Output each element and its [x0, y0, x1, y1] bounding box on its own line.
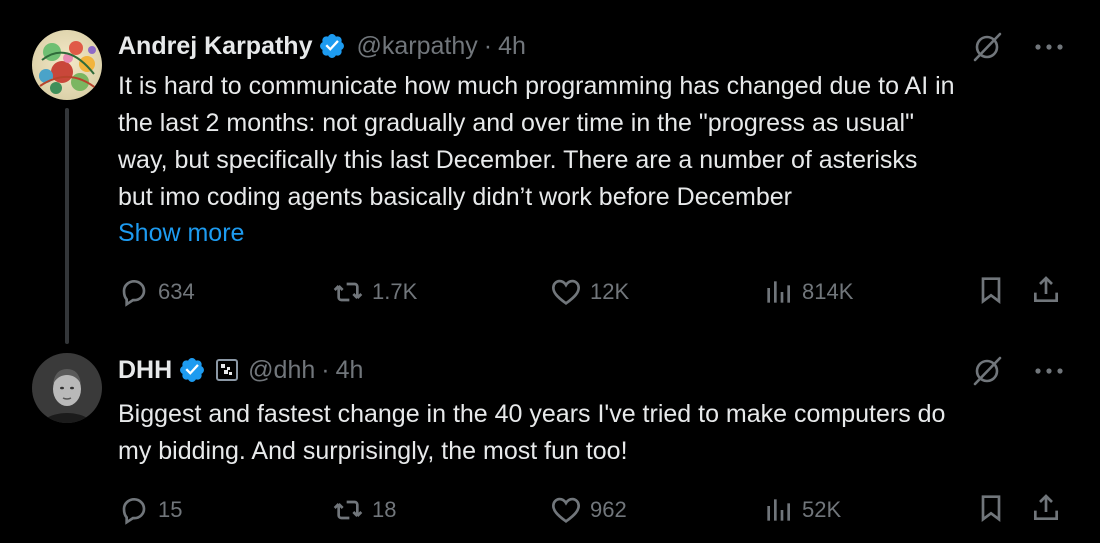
grok-icon[interactable]: [970, 354, 1004, 388]
reply-count: 634: [158, 279, 195, 304]
like-count: 962: [590, 497, 627, 522]
repost-count: 1.7K: [372, 279, 418, 304]
repost-icon: [333, 500, 363, 520]
view-count: 814K: [802, 279, 854, 304]
avatar-image: [32, 30, 102, 100]
tweet-top-actions: [970, 30, 1064, 64]
author-handle[interactable]: @dhh: [248, 355, 315, 385]
views-button[interactable]: 52K: [762, 492, 841, 528]
avatar-image: [32, 353, 102, 423]
grok-icon[interactable]: [970, 30, 1004, 64]
repost-button[interactable]: 1.7K: [332, 274, 417, 310]
verified-badge-icon[interactable]: [178, 356, 206, 384]
verified-badge-icon[interactable]: [318, 32, 346, 60]
more-options-icon[interactable]: [1034, 42, 1064, 52]
views-icon: [767, 281, 790, 303]
author-name[interactable]: Andrej Karpathy: [118, 31, 312, 61]
more-options-icon[interactable]: [1034, 366, 1064, 376]
like-button[interactable]: 12K: [550, 274, 629, 310]
bookmark-icon: [981, 495, 1001, 522]
tweet-header: DHH @dhh · 4h: [118, 355, 363, 385]
reply-count: 15: [158, 497, 183, 522]
heart-icon: [551, 279, 581, 305]
repost-button[interactable]: 18: [332, 492, 396, 528]
repost-icon: [333, 282, 363, 302]
timestamp[interactable]: 4h: [498, 31, 526, 61]
share-button[interactable]: [1030, 274, 1062, 306]
like-button[interactable]: 962: [550, 492, 627, 528]
share-icon: [1034, 276, 1058, 302]
tweet-text: It is hard to communicate how much progr…: [118, 72, 955, 211]
reply-icon: [122, 497, 146, 525]
view-count: 52K: [802, 497, 842, 522]
reply-button[interactable]: 634: [118, 274, 195, 310]
affiliate-badge-icon[interactable]: [216, 359, 239, 381]
share-icon: [1034, 494, 1058, 520]
bookmark-icon: [981, 277, 1001, 304]
author-handle[interactable]: @karpathy: [356, 31, 477, 61]
tweet-top-actions: [970, 354, 1064, 388]
reply-button[interactable]: 15: [118, 492, 182, 528]
tweet-dhh[interactable]: DHH @dhh · 4h Biggest and fastest change…: [0, 345, 1100, 543]
avatar[interactable]: [32, 30, 102, 100]
separator-dot: ·: [321, 356, 330, 384]
like-count: 12K: [590, 279, 630, 304]
author-name[interactable]: DHH: [118, 355, 172, 385]
tweet-header: Andrej Karpathy @karpathy · 4h: [118, 31, 526, 61]
share-button[interactable]: [1030, 492, 1062, 524]
show-more-link[interactable]: Show more: [118, 215, 244, 252]
views-icon: [767, 499, 790, 521]
heart-icon: [551, 497, 581, 523]
repost-count: 18: [372, 497, 397, 522]
bookmark-button[interactable]: [975, 274, 1007, 306]
tweet-actions: 15 18 962 52K: [0, 492, 1100, 528]
views-button[interactable]: 814K: [762, 274, 853, 310]
tweet-text: Biggest and fastest change in the 40 yea…: [118, 400, 946, 465]
tweet-actions: 634 1.7K 12K 814K: [0, 274, 1100, 310]
timestamp[interactable]: 4h: [336, 355, 364, 385]
avatar[interactable]: [32, 353, 102, 423]
tweet-karpathy[interactable]: Andrej Karpathy @karpathy · 4h It is har…: [0, 0, 1100, 345]
reply-icon: [122, 279, 146, 307]
bookmark-button[interactable]: [975, 492, 1007, 524]
separator-dot: ·: [483, 32, 493, 60]
